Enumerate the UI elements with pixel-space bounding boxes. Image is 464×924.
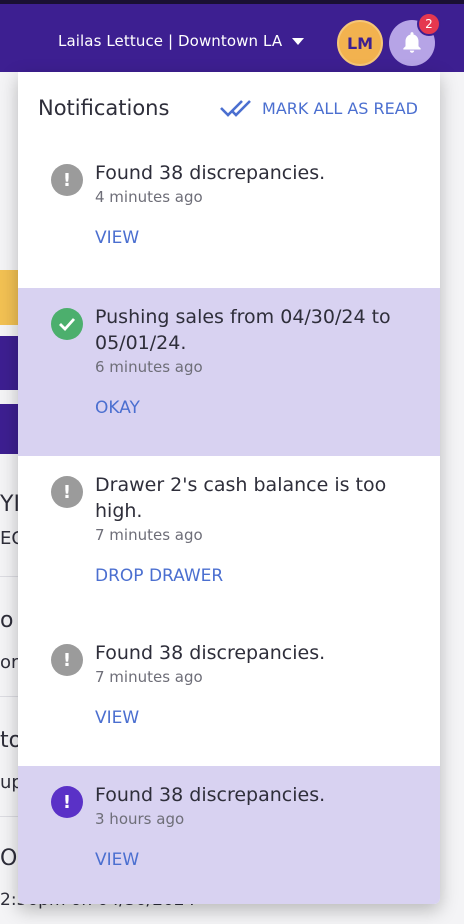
alert-icon: ! bbox=[51, 476, 83, 508]
notification-message: Drawer 2's cash balance is too high. bbox=[95, 474, 387, 522]
notification-message: Found 38 discrepancies. bbox=[95, 162, 326, 184]
mark-all-read-button[interactable]: MARK ALL AS READ bbox=[220, 98, 418, 118]
alert-icon: ! bbox=[51, 786, 83, 818]
background-divider bbox=[0, 816, 18, 817]
alert-icon: ! bbox=[51, 644, 83, 676]
background-text-fragment: EC bbox=[0, 528, 18, 549]
notification-drop-drawer-button[interactable]: DROP DRAWER bbox=[95, 566, 223, 586]
background-yellow-button bbox=[0, 270, 18, 325]
background-purple-button-1 bbox=[0, 336, 18, 390]
check-icon bbox=[51, 308, 83, 340]
notification-item: ! Found 38 discrepancies. 4 minutes ago … bbox=[18, 144, 440, 288]
store-name: Lailas Lettuce | Downtown LA bbox=[58, 32, 283, 50]
notification-view-button[interactable]: VIEW bbox=[95, 850, 139, 870]
notification-count-badge: 2 bbox=[417, 12, 441, 36]
notification-view-button[interactable]: VIEW bbox=[95, 708, 139, 728]
notification-item: ! Drawer 2's cash balance is too high. 7… bbox=[18, 456, 440, 624]
notification-time: 3 hours ago bbox=[95, 810, 185, 828]
notification-message: Found 38 discrepancies. bbox=[95, 784, 326, 806]
background-divider bbox=[0, 696, 18, 697]
notification-message: Found 38 discrepancies. bbox=[95, 642, 326, 664]
notification-item: ! Found 38 discrepancies. 3 hours ago VI… bbox=[18, 766, 440, 904]
notifications-header: Notifications MARK ALL AS READ bbox=[18, 72, 440, 144]
bell-icon bbox=[403, 32, 421, 53]
mark-all-read-label: MARK ALL AS READ bbox=[262, 98, 418, 118]
background-text-fragment: o bbox=[0, 608, 14, 633]
background-text-fragment: up bbox=[0, 772, 18, 793]
background-text-fragment: or bbox=[0, 652, 18, 673]
avatar[interactable]: LM bbox=[337, 20, 383, 66]
notification-item: ! Found 38 discrepancies. 7 minutes ago … bbox=[18, 624, 440, 766]
background-divider bbox=[0, 576, 18, 577]
notification-time: 7 minutes ago bbox=[95, 526, 203, 544]
notification-message: Pushing sales from 04/30/24 to 05/01/24. bbox=[95, 306, 391, 354]
top-navigation-bar: Lailas Lettuce | Downtown LA LM 2 bbox=[0, 0, 464, 72]
background-text-fragment: Op bbox=[0, 846, 18, 871]
notifications-title: Notifications bbox=[38, 96, 170, 120]
notification-item: Pushing sales from 04/30/24 to 05/01/24.… bbox=[18, 288, 440, 456]
notifications-panel: Notifications MARK ALL AS READ ! Found 3… bbox=[18, 72, 440, 904]
background-text-fragment: YI bbox=[0, 492, 18, 517]
background-purple-button-2 bbox=[0, 404, 18, 454]
notification-okay-button[interactable]: OKAY bbox=[95, 398, 140, 418]
alert-icon: ! bbox=[51, 164, 83, 196]
chevron-down-icon bbox=[292, 37, 305, 45]
notification-time: 6 minutes ago bbox=[95, 358, 203, 376]
notification-time: 7 minutes ago bbox=[95, 668, 203, 686]
double-check-icon bbox=[220, 100, 251, 117]
notification-view-button[interactable]: VIEW bbox=[95, 228, 139, 248]
notification-time: 4 minutes ago bbox=[95, 188, 203, 206]
background-text-fragment: to bbox=[0, 728, 18, 753]
store-selector[interactable]: Lailas Lettuce | Downtown LA bbox=[58, 32, 305, 50]
